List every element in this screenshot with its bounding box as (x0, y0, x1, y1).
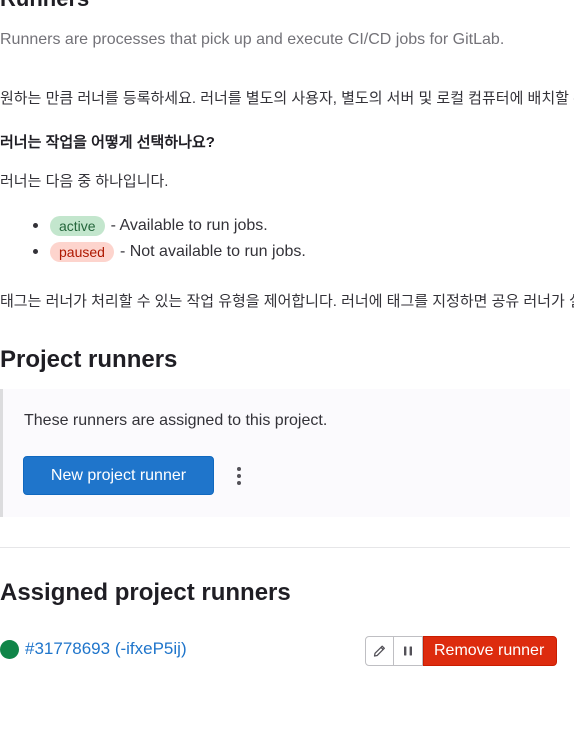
active-badge: active (50, 216, 105, 236)
status-item-active: active - Available to run jobs. (0, 213, 306, 239)
runner-list-item: #31778693 (-ifxeP5ij) Remove runner (0, 636, 574, 666)
assigned-project-runners-title: Assigned project runners (0, 579, 291, 606)
assigned-runners-text: These runners are assigned to this proje… (24, 412, 328, 429)
pencil-icon (373, 645, 385, 657)
ellipsis-v-icon[interactable] (229, 461, 249, 491)
page-title: Runners (0, 0, 89, 12)
register-help-text: 원하는 만큼 러너를 등록하세요. 러너를 별도의 사용자, 별도의 서버 및 … (0, 90, 574, 107)
runner-link[interactable]: #31778693 (-ifxeP5ij) (25, 639, 187, 659)
active-description: - Available to run jobs. (110, 217, 268, 234)
help-question: 러너는 작업을 어떻게 선택하나요? (0, 134, 215, 151)
status-item-paused: paused - Not available to run jobs. (0, 239, 306, 265)
remove-runner-button[interactable]: Remove runner (423, 636, 558, 666)
runner-actions: Remove runner (365, 636, 558, 666)
paused-description: - Not available to run jobs. (119, 243, 306, 260)
new-project-runner-button[interactable]: New project runner (23, 456, 214, 495)
section-divider (0, 547, 570, 548)
project-runners-title: Project runners (0, 346, 178, 373)
project-runners-card: These runners are assigned to this proje… (0, 389, 570, 517)
pause-runner-button[interactable] (394, 636, 423, 666)
runner-status-list: active - Available to run jobs. paused -… (0, 213, 306, 265)
online-status-icon (0, 640, 19, 659)
states-intro-text: 러너는 다음 중 하나입니다. (0, 173, 169, 190)
page-description: Runners are processes that pick up and e… (0, 31, 505, 48)
bullet-dot (33, 249, 38, 254)
runners-settings-page: Runners Runners are processes that pick … (0, 0, 574, 736)
pause-icon (404, 646, 412, 656)
paused-badge: paused (50, 242, 114, 262)
tags-help-text: 태그는 러너가 처리할 수 있는 작업 유형을 제어합니다. 러너에 태그를 지… (0, 293, 574, 310)
edit-runner-button[interactable] (365, 636, 394, 666)
bullet-dot (33, 223, 38, 228)
